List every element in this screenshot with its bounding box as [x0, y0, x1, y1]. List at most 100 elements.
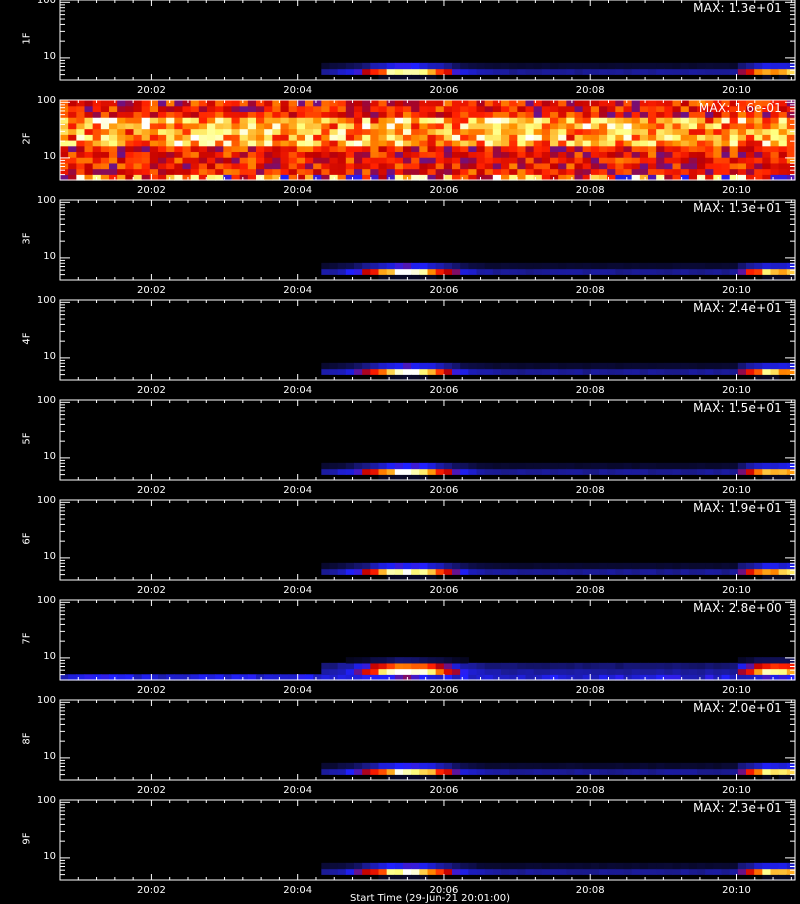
heatmap-cell [354, 462, 363, 470]
heatmap-cell [639, 134, 649, 141]
heatmap-cell [631, 768, 641, 775]
heatmap-cell [721, 151, 731, 158]
heatmap-cell [443, 111, 453, 118]
heatmap-cell [721, 268, 731, 275]
heatmap-cell [141, 168, 151, 175]
heatmap-cell [141, 145, 151, 153]
heatmap-cell [484, 151, 494, 158]
heatmap-cell [762, 562, 772, 570]
heatmap-cell [329, 462, 339, 470]
heatmap-cell [517, 134, 527, 141]
heatmap-cell [533, 157, 543, 164]
heatmap-cell [623, 762, 633, 770]
heatmap-cell [452, 268, 461, 275]
heatmap-cell [501, 140, 510, 147]
heatmap-cell [141, 122, 151, 130]
panel-label: 1F [21, 32, 33, 45]
heatmap-cell [247, 140, 257, 147]
heatmap-cell [648, 462, 657, 470]
heatmap-cell [296, 168, 306, 175]
heatmap-cell [68, 128, 77, 135]
heatmap-cell [239, 157, 249, 164]
heatmap-cell [492, 145, 502, 153]
heatmap-cell [313, 105, 322, 113]
heatmap-cell [501, 768, 510, 775]
heatmap-cell [697, 117, 706, 124]
heatmap-cell [778, 362, 788, 370]
heatmap-cell [664, 668, 674, 675]
heatmap-cell [590, 168, 600, 175]
heatmap-cell [615, 145, 625, 153]
heatmap-cell [337, 762, 347, 770]
heatmap-cell [60, 134, 69, 141]
heatmap-cell [394, 468, 404, 475]
heatmap-cell [648, 468, 657, 475]
heatmap-cell [778, 468, 788, 475]
heatmap-cell [484, 122, 494, 130]
heatmap-cell [109, 122, 118, 130]
heatmap-cell [460, 462, 469, 470]
heatmap-cell [778, 122, 788, 130]
heatmap-cell [419, 262, 429, 270]
heatmap-cell [550, 768, 559, 775]
heatmap-cell [460, 140, 469, 147]
heatmap-cell [354, 568, 363, 575]
heatmap-cell [778, 151, 788, 158]
heatmap-cell [599, 122, 608, 130]
y-tick-label: 100 [36, 495, 56, 507]
heatmap-cell [378, 168, 388, 175]
heatmap-cell [166, 134, 175, 141]
heatmap-cell [672, 157, 682, 164]
heatmap-cell [435, 662, 445, 670]
heatmap-cell [541, 68, 551, 75]
heatmap-cell [403, 657, 412, 664]
heatmap-cell [362, 657, 371, 664]
heatmap-cell [688, 362, 698, 370]
heatmap-cell [582, 568, 592, 575]
heatmap-cell [737, 117, 747, 124]
heatmap-cell [590, 568, 600, 575]
heatmap-cell [484, 128, 494, 135]
heatmap-cell [354, 68, 363, 75]
heatmap-cell [198, 122, 208, 130]
heatmap-cell [280, 145, 290, 153]
heatmap-cell [60, 122, 69, 130]
heatmap-cell [141, 157, 151, 164]
heatmap-cell [639, 111, 649, 118]
heatmap-cell [190, 128, 200, 135]
y-tick-label: 100 [36, 695, 56, 707]
x-tick-label: 20:10 [722, 585, 751, 596]
heatmap-cell [501, 262, 510, 270]
heatmap-cell [770, 862, 780, 870]
heatmap-cell [509, 768, 518, 775]
max-label: MAX: 1.3e+01 [693, 201, 782, 215]
heatmap-cell [713, 145, 723, 153]
heatmap-cell [599, 768, 608, 775]
heatmap-cell [770, 134, 780, 141]
x-tick-label: 20:02 [136, 385, 166, 396]
heatmap-cell [778, 668, 788, 675]
heatmap-cell [729, 168, 739, 175]
heatmap-cell [533, 134, 543, 141]
heatmap-cell [256, 134, 265, 141]
heatmap-cell [337, 117, 347, 124]
heatmap-cell [509, 268, 518, 275]
heatmap-cell [705, 362, 714, 370]
heatmap-cell [648, 117, 657, 124]
heatmap-cell [574, 100, 584, 107]
heatmap-cell [313, 157, 322, 164]
heatmap-cell [623, 768, 633, 775]
heatmap-cell [697, 68, 706, 75]
heatmap-cell [688, 151, 698, 158]
heatmap-cell [501, 151, 510, 158]
heatmap-cell [697, 362, 706, 370]
heatmap-cell [566, 768, 576, 775]
y-tick-label: 10 [43, 150, 56, 162]
heatmap-cell [615, 568, 625, 575]
heatmap-cell [370, 122, 380, 130]
heatmap-cell [190, 140, 200, 147]
heatmap-cell [403, 468, 412, 475]
heatmap-cell [460, 151, 469, 158]
heatmap-cell [207, 162, 216, 170]
heatmap-cell [672, 140, 682, 147]
